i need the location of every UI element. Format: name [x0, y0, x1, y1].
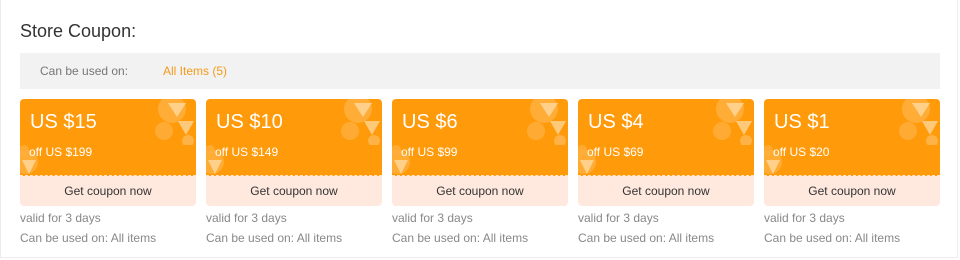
coupon-card: US $10 off US $149 Get coupon now valid … [206, 99, 382, 248]
coupon-face: US $1 off US $20 [764, 99, 940, 176]
coupon-amount: US $4 [588, 111, 644, 133]
coupon-decoration-icon [899, 99, 938, 145]
coupon-scope: Can be used on: All items [578, 231, 715, 245]
coupon-face: US $6 off US $99 [392, 99, 568, 176]
coupon-scope: Can be used on: All items [20, 231, 157, 245]
coupon-amount: US $10 [216, 111, 283, 133]
coupon-card: US $15 off US $199 Get coupon now valid … [20, 99, 196, 248]
get-coupon-button[interactable]: Get coupon now [764, 176, 940, 206]
coupon-amount: US $15 [30, 111, 97, 133]
coupon-validity: valid for 3 days [764, 211, 845, 225]
get-coupon-button[interactable]: Get coupon now [392, 176, 568, 206]
coupon-decoration-icon [527, 99, 566, 145]
coupon-condition: off US $20 [773, 145, 830, 159]
coupon-decoration-icon [155, 99, 194, 145]
coupon-decoration-icon [341, 99, 380, 145]
get-coupon-button[interactable]: Get coupon now [206, 176, 382, 206]
coupon-amount: US $1 [774, 111, 830, 133]
coupon-condition: off US $69 [587, 145, 644, 159]
coupon-condition: off US $199 [29, 145, 93, 159]
coupon-validity: valid for 3 days [206, 211, 287, 225]
get-coupon-button[interactable]: Get coupon now [20, 176, 196, 206]
coupon-card: US $1 off US $20 Get coupon now valid fo… [764, 99, 940, 248]
coupon-card: US $6 off US $99 Get coupon now valid fo… [392, 99, 568, 248]
coupon-validity: valid for 3 days [578, 211, 659, 225]
store-coupon-title: Store Coupon: [20, 21, 137, 41]
coupon-condition: off US $149 [215, 145, 279, 159]
coupon-scope: Can be used on: All items [764, 231, 901, 245]
coupon-decoration-icon [713, 99, 752, 145]
coupon-face: US $4 off US $69 [578, 99, 754, 176]
coupon-validity: valid for 3 days [392, 211, 473, 225]
coupon-condition: off US $99 [401, 145, 458, 159]
coupon-validity: valid for 3 days [20, 211, 101, 225]
coupon-scope: Can be used on: All items [392, 231, 529, 245]
coupon-amount: US $6 [402, 111, 458, 133]
coupon-face: US $15 off US $199 [20, 99, 196, 176]
get-coupon-button[interactable]: Get coupon now [578, 176, 754, 206]
coupon-filter-bar: Can be used on: All Items (5) [20, 53, 940, 89]
coupon-scope: Can be used on: All items [206, 231, 343, 245]
filter-label: Can be used on: [40, 64, 129, 78]
coupon-card: US $4 off US $69 Get coupon now valid fo… [578, 99, 754, 248]
coupon-face: US $10 off US $149 [206, 99, 382, 176]
filter-all-items-link[interactable]: All Items (5) [163, 64, 227, 78]
